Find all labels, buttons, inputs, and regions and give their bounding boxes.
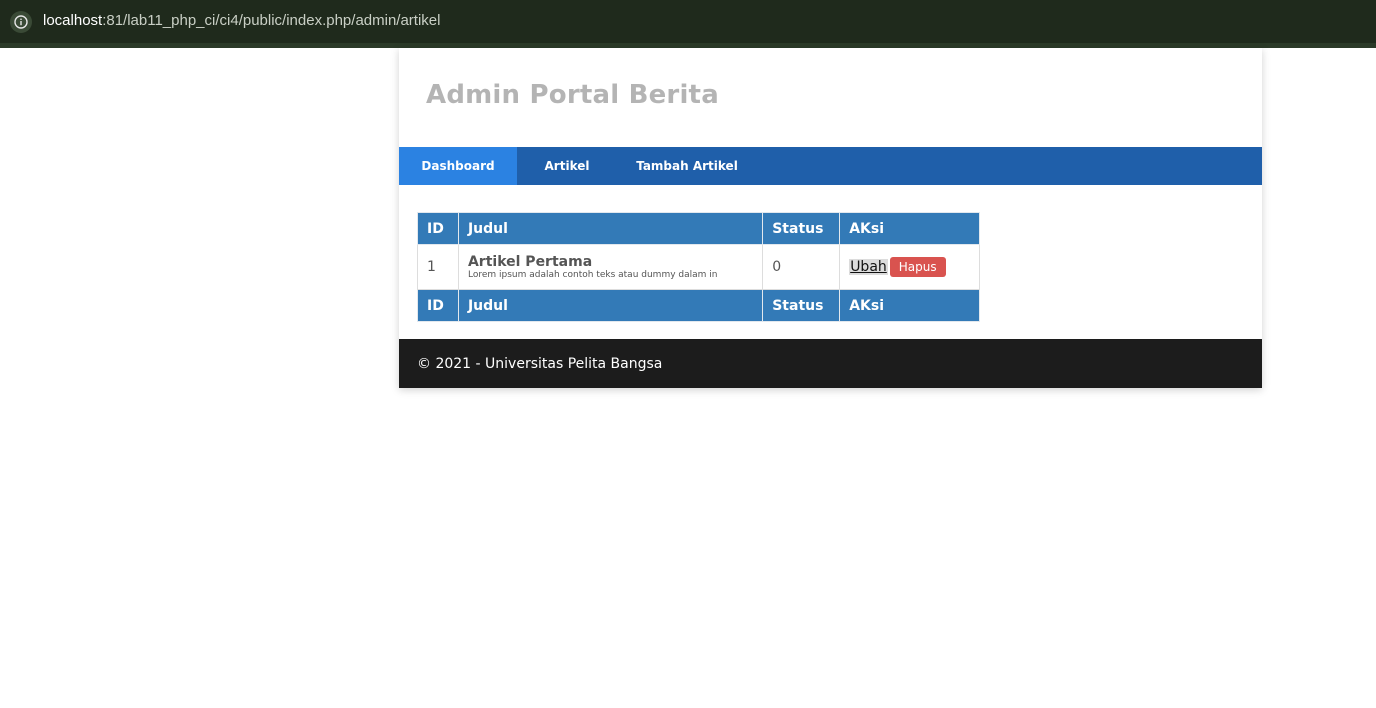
site-header: Admin Portal Berita [399,48,1262,147]
nav-item-artikel[interactable]: Artikel [517,147,617,185]
artikel-table: ID Judul Status AKsi 1 Artikel Pertama L… [417,212,980,322]
cell-aksi: Ubah Hapus [839,244,980,290]
page-container: Admin Portal Berita Dashboard Artikel Ta… [399,48,1262,388]
tf-aksi: AKsi [839,289,980,322]
th-judul: Judul [457,212,764,245]
table-footer-row: ID Judul Status AKsi [417,289,980,322]
url-host: localhost [43,12,103,29]
table-header-row: ID Judul Status AKsi [417,212,980,245]
browser-address-bar: localhost:81/lab11_php_ci/ci4/public/ind… [0,0,1376,48]
tf-id: ID [417,289,459,322]
cell-judul: Artikel Pertama Lorem ipsum adalah conto… [457,244,764,290]
nav-item-dashboard[interactable]: Dashboard [399,147,517,185]
cell-status: 0 [762,244,841,290]
delete-button[interactable]: Hapus [889,257,946,277]
site-footer: © 2021 - Universitas Pelita Bangsa [399,339,1262,388]
article-excerpt: Lorem ipsum adalah contoh teks atau dumm… [467,269,718,280]
cell-id: 1 [417,244,459,290]
url-path: :81/lab11_php_ci/ci4/public/index.php/ad… [102,12,441,29]
url-field[interactable]: localhost:81/lab11_php_ci/ci4/public/ind… [43,12,440,29]
tf-judul: Judul [457,289,764,322]
nav-item-tambah-artikel[interactable]: Tambah Artikel [617,147,757,185]
info-icon[interactable] [10,11,32,33]
th-status: Status [762,212,841,245]
page-title: Admin Portal Berita [426,80,719,110]
artikel-table-wrap: ID Judul Status AKsi 1 Artikel Pertama L… [417,212,980,322]
table-row: 1 Artikel Pertama Lorem ipsum adalah con… [417,244,980,290]
th-aksi: AKsi [839,212,980,245]
edit-button[interactable]: Ubah [849,259,888,275]
article-title: Artikel Pertama [467,253,593,270]
th-id: ID [417,212,459,245]
footer-text: © 2021 - Universitas Pelita Bangsa [417,355,663,372]
tf-status: Status [762,289,841,322]
main-nav: Dashboard Artikel Tambah Artikel [399,147,1262,185]
